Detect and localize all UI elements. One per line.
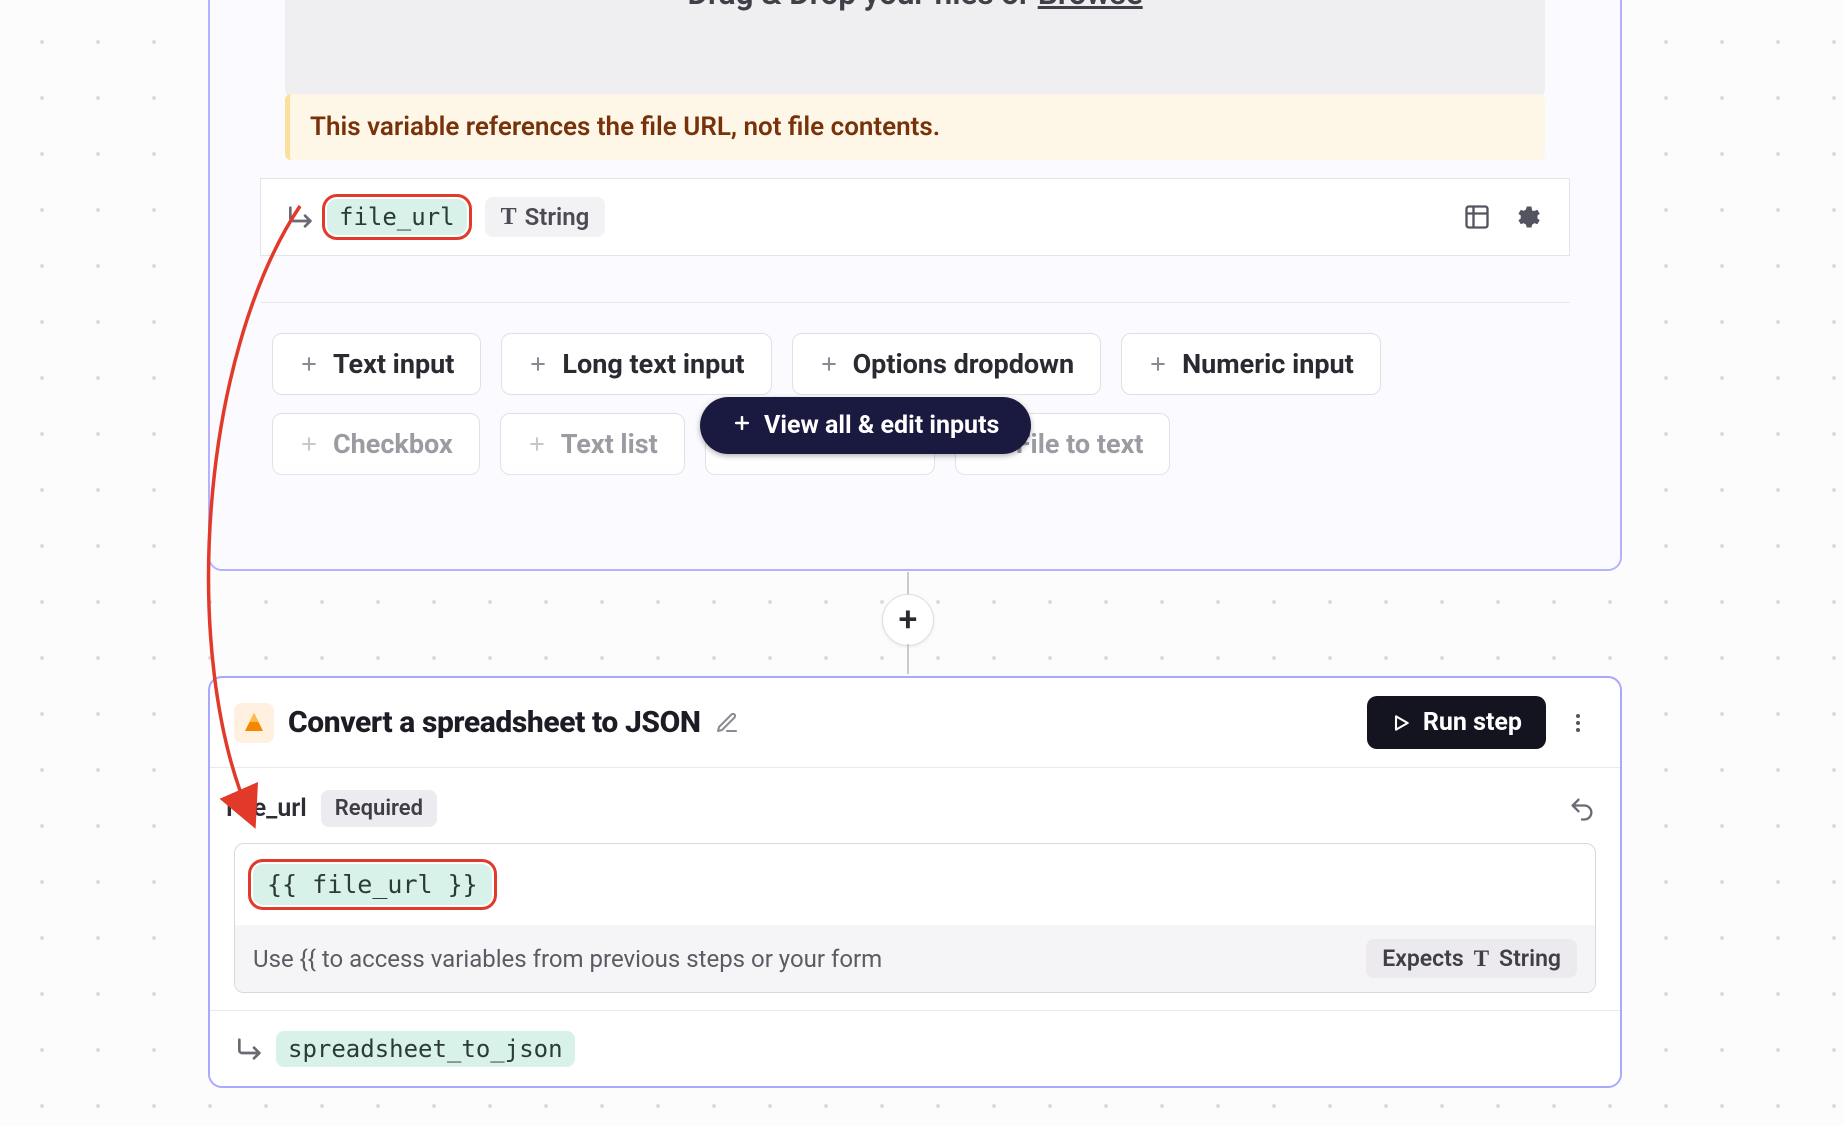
connector-line <box>907 644 909 674</box>
chip-label: Long text input <box>562 348 744 380</box>
file-dropzone[interactable]: Drag & Drop your files or Browse <box>285 0 1545 102</box>
run-step-label: Run step <box>1423 708 1522 737</box>
plus-icon <box>528 354 548 374</box>
output-variable-chip[interactable]: spreadsheet_to_json <box>276 1031 575 1067</box>
dropzone-label: Drag & Drop your files or Browse <box>687 0 1142 12</box>
field-input-box[interactable]: {{ file_url }} Use {{ to access variable… <box>234 843 1596 993</box>
input-type-options: Text input Long text input Options dropd… <box>260 302 1570 552</box>
gear-icon[interactable] <box>1509 199 1545 235</box>
workflow-canvas[interactable]: Drag & Drop your files or Browse This va… <box>0 0 1844 1126</box>
return-arrow-icon <box>285 201 317 233</box>
undo-icon[interactable] <box>1568 795 1596 823</box>
field-label: File_url <box>226 794 307 823</box>
plus-icon <box>732 411 752 440</box>
add-step-button[interactable]: + <box>882 594 934 646</box>
expects-type: String <box>1499 945 1561 972</box>
plus-icon <box>1148 354 1168 374</box>
field-hint-row: Use {{ to access variables from previous… <box>235 925 1595 992</box>
plus-icon <box>299 434 319 454</box>
template-variable-chip[interactable]: {{ file_url }} <box>253 864 492 905</box>
warning-text: This variable references the file URL, n… <box>310 112 940 142</box>
warning-banner: This variable references the file URL, n… <box>285 94 1545 160</box>
output-variable-row: file_url T String <box>260 178 1570 256</box>
step-title: Convert a spreadsheet to JSON <box>288 705 701 740</box>
chip-label: File to text <box>1016 428 1144 460</box>
add-long-text-input-button[interactable]: Long text input <box>501 333 771 395</box>
plus-icon <box>527 434 547 454</box>
field-hint-text: Use {{ to access variables from previous… <box>253 945 882 973</box>
add-text-list-button[interactable]: Text list <box>500 413 685 475</box>
step-menu-icon[interactable] <box>1560 711 1596 735</box>
output-variable-chip[interactable]: file_url <box>327 199 467 235</box>
connector-line <box>907 572 909 596</box>
step-header: Convert a spreadsheet to JSON Run step <box>210 678 1620 768</box>
required-badge: Required <box>321 790 437 827</box>
plus-icon <box>299 354 319 374</box>
add-numeric-input-button[interactable]: Numeric input <box>1121 333 1381 395</box>
type-text-icon: T <box>1474 946 1489 972</box>
step-provider-icon <box>234 703 274 743</box>
chip-label: Numeric input <box>1182 348 1354 380</box>
output-type-chip: T String <box>485 197 606 237</box>
plus-icon <box>819 354 839 374</box>
chip-label: Text list <box>561 428 658 460</box>
type-text-icon: T <box>501 204 517 231</box>
dropzone-text-prefix: Drag & Drop your files or <box>687 0 1037 12</box>
field-file-url: File_url Required {{ file_url }} Use {{ … <box>210 768 1620 993</box>
table-view-icon[interactable] <box>1459 199 1495 235</box>
step-card-file-upload: Drag & Drop your files or Browse This va… <box>208 0 1622 571</box>
expects-label: Expects <box>1382 945 1463 972</box>
expects-type-chip: Expects T String <box>1366 939 1577 978</box>
add-checkbox-button[interactable]: Checkbox <box>272 413 480 475</box>
run-step-button[interactable]: Run step <box>1367 696 1546 749</box>
view-all-edit-inputs-button[interactable]: View all & edit inputs <box>700 397 1031 454</box>
add-text-input-button[interactable]: Text input <box>272 333 481 395</box>
return-arrow-icon <box>234 1033 266 1065</box>
view-all-label: View all & edit inputs <box>764 411 999 440</box>
chip-label: Checkbox <box>333 428 453 460</box>
chip-label: Text input <box>333 348 454 380</box>
field-value-row[interactable]: {{ file_url }} <box>235 844 1595 925</box>
output-type-label: String <box>525 203 590 231</box>
step-output-row: spreadsheet_to_json <box>210 1010 1620 1086</box>
browse-link[interactable]: Browse <box>1038 0 1143 12</box>
step-card-convert-spreadsheet: Convert a spreadsheet to JSON Run step F… <box>208 676 1622 1088</box>
add-options-dropdown-button[interactable]: Options dropdown <box>792 333 1102 395</box>
chip-label: Options dropdown <box>853 348 1075 380</box>
edit-title-icon[interactable] <box>715 711 739 735</box>
